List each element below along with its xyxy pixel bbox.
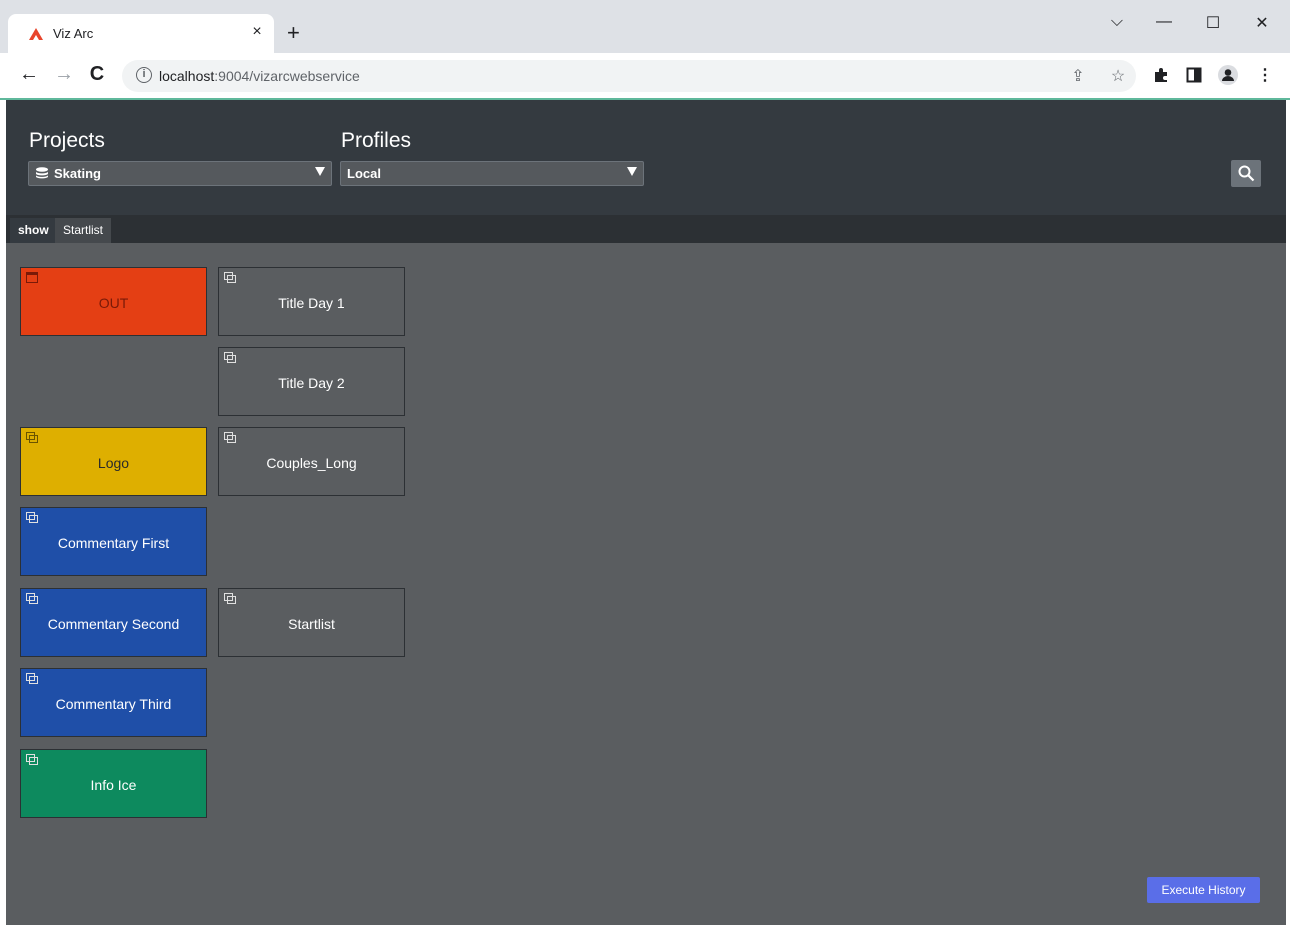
action-tile-commentary-second[interactable]: Commentary Second <box>20 588 207 657</box>
tile-label: Title Day 2 <box>278 374 345 391</box>
search-button[interactable] <box>1231 160 1261 187</box>
action-tile-out[interactable]: OUT <box>20 267 207 336</box>
bookmark-star-icon[interactable]: ☆ <box>1108 66 1128 86</box>
page-tabs: show Startlist <box>6 215 1286 243</box>
chevron-down-icon <box>315 167 325 176</box>
app-header: Projects Skating Profiles Local <box>6 100 1286 215</box>
profile-select-value: Local <box>347 166 381 181</box>
tab-show[interactable]: show <box>10 218 57 243</box>
forward-icon[interactable]: → <box>52 62 76 86</box>
browser-tab[interactable]: Viz Arc × <box>8 14 274 53</box>
browser-toolbar: ← → C i localhost:9004/vizarcwebservice … <box>0 53 1290 99</box>
viz-arc-app: Projects Skating Profiles Local show Sta… <box>6 100 1286 925</box>
action-tile-title-day-2[interactable]: Title Day 2 <box>218 347 405 416</box>
tab-search-icon[interactable]: ⌵ <box>1105 13 1129 31</box>
url-text: localhost:9004/vizarcwebservice <box>159 68 360 84</box>
action-tile-logo[interactable]: Logo <box>20 427 207 496</box>
tile-label: Commentary First <box>57 534 170 551</box>
maximize-icon[interactable]: ☐ <box>1201 13 1225 33</box>
action-tile-info-ice[interactable]: Info Ice <box>20 749 207 818</box>
tile-label: Startlist <box>288 615 335 632</box>
viz-arc-logo-icon <box>29 28 43 40</box>
site-info-icon[interactable]: i <box>136 67 152 83</box>
tile-label: Commentary Second <box>47 615 180 632</box>
database-icon <box>36 167 48 179</box>
execute-history-button[interactable]: Execute History <box>1147 877 1260 903</box>
project-select[interactable]: Skating <box>28 161 332 186</box>
chevron-down-icon <box>627 167 637 176</box>
tile-label: Title Day 1 <box>278 294 345 311</box>
search-icon <box>1238 165 1255 182</box>
tile-label: OUT <box>98 294 129 311</box>
tab-title: Viz Arc <box>53 26 94 41</box>
action-tile-startlist[interactable]: Startlist <box>218 588 405 657</box>
projects-title: Projects <box>29 129 105 152</box>
back-icon[interactable]: ← <box>17 62 41 86</box>
action-tile-commentary-first[interactable]: Commentary First <box>20 507 207 576</box>
browser-menu-icon[interactable]: ⋮ <box>1254 65 1276 85</box>
reload-icon[interactable]: C <box>85 62 109 86</box>
profile-avatar-icon[interactable] <box>1217 64 1239 86</box>
new-tab-icon[interactable]: + <box>287 22 300 44</box>
browser-tabstrip: Viz Arc × + ⌵ — ☐ ✕ <box>0 0 1290 53</box>
side-panel-icon[interactable] <box>1186 67 1202 83</box>
project-select-value: Skating <box>35 166 101 181</box>
minimize-icon[interactable]: — <box>1152 13 1176 31</box>
tile-label: Commentary Third <box>55 695 172 712</box>
profiles-title: Profiles <box>341 129 412 152</box>
tile-label: Couples_Long <box>266 454 357 471</box>
action-tile-commentary-third[interactable]: Commentary Third <box>20 668 207 737</box>
action-tile-title-day-1[interactable]: Title Day 1 <box>218 267 405 336</box>
tile-label: Logo <box>97 454 130 471</box>
close-window-icon[interactable]: ✕ <box>1250 13 1274 33</box>
tab-close-icon[interactable]: × <box>248 23 266 41</box>
action-tile-couples-long[interactable]: Couples_Long <box>218 427 405 496</box>
tab-startlist[interactable]: Startlist <box>55 218 112 243</box>
profile-select[interactable]: Local <box>340 161 644 186</box>
share-icon[interactable]: ⇪ <box>1068 66 1088 86</box>
extensions-puzzle-icon[interactable] <box>1152 66 1170 84</box>
address-bar[interactable]: i localhost:9004/vizarcwebservice ⇪ ☆ <box>122 60 1136 92</box>
tile-label: Info Ice <box>90 776 137 793</box>
